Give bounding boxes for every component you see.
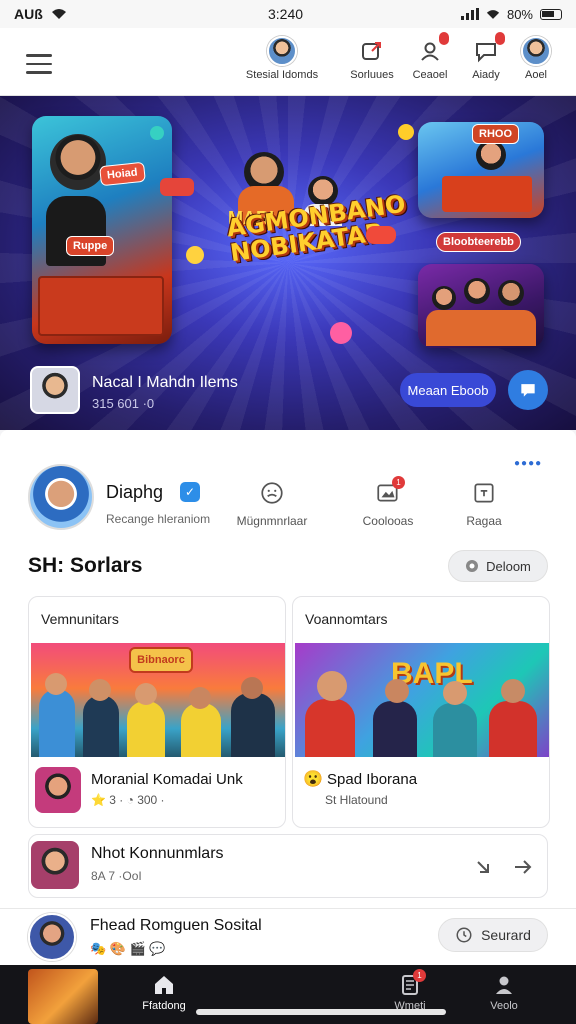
signal-icon bbox=[460, 8, 479, 20]
banner-tag: Ruppe bbox=[66, 236, 115, 256]
header-item-label: Sorluues bbox=[350, 69, 394, 81]
chat-icon bbox=[521, 384, 535, 397]
profile-stat-3[interactable]: Ragaa bbox=[452, 480, 516, 528]
battery-percent: 80% bbox=[506, 6, 533, 22]
hero-banner[interactable]: Hoiad Ruppe MARIA AGMONBANO NOBIKATAR RH… bbox=[0, 96, 576, 430]
wifi-icon bbox=[51, 9, 66, 19]
card-meta: St Hlatound bbox=[325, 793, 388, 807]
list-item[interactable]: Fhead Romguen Sosital 🎭 🎨 🎬 💬 Seurard bbox=[0, 908, 576, 966]
thumb-badge: Bibnaorc bbox=[129, 647, 193, 673]
banner-card-left bbox=[32, 116, 172, 344]
list-item-avatar bbox=[31, 841, 79, 889]
now-playing-thumbnail[interactable] bbox=[28, 969, 98, 1024]
profile-row: Diaphg ✓ Recange hleraniom Mügnmnrlaar 1… bbox=[28, 464, 548, 534]
list-item-title: Nhot Konnunmlars bbox=[91, 845, 224, 862]
profile-stat-2[interactable]: 1 Coolooas bbox=[348, 476, 428, 528]
banner-card-right-bottom bbox=[418, 264, 544, 348]
video-card[interactable]: Vemnunitars Bibnaorc Moranial Komadai Un… bbox=[28, 596, 286, 828]
header-item-share[interactable]: Sorluues bbox=[342, 36, 402, 81]
card-avatar[interactable] bbox=[35, 767, 81, 813]
status-bar: AUß 3:240 80% bbox=[0, 0, 576, 28]
share-icon bbox=[362, 42, 381, 60]
nav-label: Ffatdong bbox=[142, 1000, 186, 1012]
section-title: SH: Sorlars bbox=[28, 554, 143, 577]
clock: 3:240 bbox=[268, 6, 304, 22]
menu-icon[interactable] bbox=[26, 54, 52, 76]
notification-badge bbox=[495, 32, 505, 45]
card-header: Vemnunitars bbox=[41, 611, 119, 627]
banner-tag: RHOO bbox=[472, 124, 519, 144]
card-title: Spad Iborana bbox=[327, 771, 418, 788]
avatar bbox=[521, 36, 551, 66]
list-item[interactable]: Nhot Konnunmlars 8A 7 ·OoI bbox=[28, 834, 548, 898]
battery-icon bbox=[540, 8, 562, 20]
banner-profile-name: Nacal I Mahdn Ilems bbox=[92, 374, 238, 391]
user-add-icon bbox=[421, 42, 439, 61]
search-button-label: Seurard bbox=[481, 927, 531, 943]
message-icon bbox=[476, 43, 496, 63]
banner-action-button[interactable]: Meaan Eboob bbox=[400, 373, 496, 407]
card-thumbnail[interactable]: Bibnaorc bbox=[31, 643, 285, 757]
header-item-messages[interactable]: Aiady bbox=[458, 32, 514, 81]
card-thumbnail[interactable]: BAPL bbox=[295, 643, 549, 757]
video-card[interactable]: Voannomtars BAPL 😮 Spad Iborana St Hlato… bbox=[292, 596, 550, 828]
nav-item-home[interactable]: Ffatdong bbox=[136, 973, 192, 1012]
home-indicator bbox=[196, 1009, 446, 1015]
header-item-label: Aoel bbox=[524, 69, 548, 81]
nav-item-documents[interactable]: 1 Wmeti bbox=[382, 969, 438, 1012]
nav-label: Veolo bbox=[490, 1000, 518, 1012]
stat-label: Coolooas bbox=[362, 514, 414, 528]
card-title: Moranial Komadai Unk bbox=[91, 771, 243, 788]
avatar bbox=[267, 36, 297, 66]
box-icon bbox=[474, 483, 494, 503]
top-header: Stesial Idomds Sorluues Ceaoel Aiady Aoe… bbox=[0, 28, 576, 96]
smile-icon bbox=[261, 482, 283, 504]
section-button-label: Deloom bbox=[486, 558, 531, 574]
header-item-account[interactable]: Aoel bbox=[514, 36, 558, 81]
header-item-profile[interactable]: Stesial Idomds bbox=[240, 36, 324, 81]
stat-label: Mügnmnrlaar bbox=[236, 514, 308, 528]
chat-button[interactable] bbox=[508, 370, 548, 410]
card-header: Voannomtars bbox=[305, 611, 388, 627]
section-action-button[interactable]: Deloom bbox=[448, 550, 548, 582]
notification-badge bbox=[439, 32, 449, 45]
card-meta: ⭐ 3 · ◔ 300 · bbox=[91, 793, 165, 807]
content-panel: ●●●● Diaphg ✓ Recange hleraniom Mügnmnrl… bbox=[0, 430, 576, 966]
bottom-navigation: Ffatdong 1 Wmeti Veolo bbox=[0, 965, 576, 1024]
carrier-label: AUß bbox=[14, 6, 43, 22]
header-item-label: Aiady bbox=[472, 69, 500, 81]
notification-badge: 1 bbox=[413, 969, 426, 982]
banner-profile-avatar[interactable] bbox=[30, 366, 80, 414]
profile-name: Diaphg bbox=[106, 482, 164, 502]
wifi-icon-right bbox=[486, 9, 500, 19]
profile-subtitle: Recange hleraniom bbox=[106, 512, 211, 526]
profile-stat-1[interactable]: Mügnmnrlaar bbox=[220, 480, 324, 528]
nav-item-profile[interactable]: Veolo bbox=[476, 973, 532, 1012]
profile-avatar[interactable] bbox=[28, 464, 94, 530]
notification-badge: 1 bbox=[392, 476, 405, 489]
home-icon bbox=[155, 976, 173, 994]
clock-icon bbox=[456, 927, 472, 943]
reaction-icons: 🎭 🎨 🎬 💬 bbox=[90, 941, 166, 956]
list-item-title: Fhead Romguen Sosital bbox=[90, 917, 262, 934]
verified-icon: ✓ bbox=[180, 482, 200, 502]
user-icon bbox=[496, 976, 512, 994]
list-item-avatar bbox=[28, 913, 76, 961]
stat-label: Ragaa bbox=[466, 514, 502, 528]
banner-tag: Bloobteerebb bbox=[436, 232, 521, 252]
record-icon bbox=[466, 560, 479, 572]
banner-profile-sub: 315 601 ·0 bbox=[92, 396, 155, 411]
list-item-subtitle: 8A 7 ·OoI bbox=[91, 869, 142, 883]
search-button[interactable]: Seurard bbox=[438, 918, 548, 952]
header-item-label: Stesial Idomds bbox=[245, 69, 319, 81]
arrow-right-icon[interactable] bbox=[511, 855, 535, 879]
emoji-icon: 😮 bbox=[303, 771, 323, 788]
header-item-label: Ceaoel bbox=[412, 69, 448, 81]
header-item-contacts[interactable]: Ceaoel bbox=[402, 32, 458, 81]
link-icon[interactable] bbox=[471, 855, 495, 879]
